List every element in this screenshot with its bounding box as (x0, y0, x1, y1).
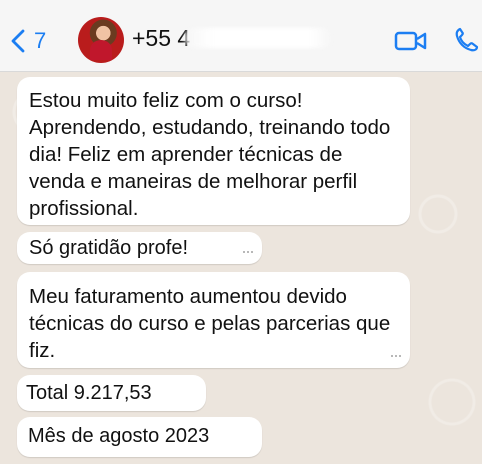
phone-icon[interactable] (453, 27, 479, 53)
message-bubble[interactable]: Total 9.217,53 (17, 375, 206, 411)
contact-phone-prefix: +55 4 (132, 25, 191, 51)
back-button[interactable]: 7 (10, 26, 58, 56)
message-text: Mês de agosto 2023 (28, 425, 210, 447)
message-text: Meu faturamento aumentou devido técnicas… (29, 285, 391, 362)
video-camera-icon[interactable] (394, 29, 428, 53)
message-text: Estou muito feliz com o curso! Aprendend… (29, 89, 391, 220)
message-bubble[interactable]: Meu faturamento aumentou devido técnicas… (17, 272, 410, 368)
message-bubble[interactable]: Estou muito feliz com o curso! Aprendend… (17, 77, 410, 225)
message-text: Total 9.217,53 (26, 382, 152, 404)
contact-name[interactable]: +55 4 (132, 25, 190, 52)
unread-count: 7 (34, 28, 47, 53)
contact-avatar[interactable] (78, 17, 124, 63)
message-status-icon (243, 251, 253, 256)
message-text: Só gratidão profe! (29, 237, 188, 259)
redacted-phone-number (184, 28, 332, 48)
message-status-icon (391, 355, 401, 360)
message-list[interactable]: Estou muito feliz com o curso! Aprendend… (0, 72, 482, 464)
message-bubble[interactable]: Mês de agosto 2023 (17, 417, 262, 457)
message-bubble[interactable]: Só gratidão profe! (17, 232, 262, 264)
chat-header: 7 +55 4 (0, 0, 482, 72)
chevron-left-icon (11, 29, 25, 53)
